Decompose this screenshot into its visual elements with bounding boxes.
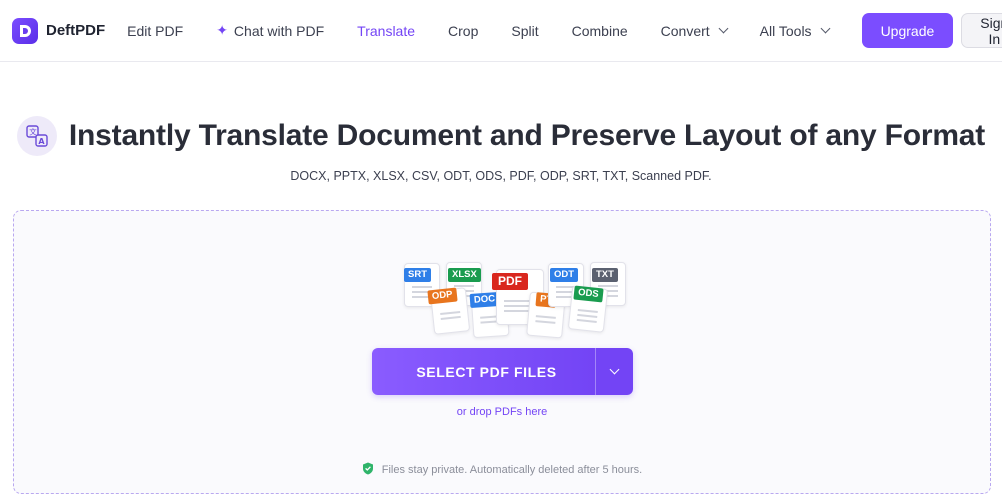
nav-combine[interactable]: Combine xyxy=(572,23,628,39)
file-dropzone[interactable]: SRT XLSX ODP DOC PDF PT ODT TXT ODS SELE… xyxy=(13,210,991,494)
srt-tag: SRT xyxy=(404,268,431,282)
select-source-dropdown-button[interactable] xyxy=(595,348,633,395)
nav-split[interactable]: Split xyxy=(511,23,538,39)
privacy-text: Files stay private. Automatically delete… xyxy=(381,464,643,476)
top-header: DeftPDF Edit PDF ✦ Chat with PDF Translat… xyxy=(0,0,1002,62)
drop-hint: or drop PDFs here xyxy=(456,406,548,418)
nav-chat-with-pdf[interactable]: ✦ Chat with PDF xyxy=(216,22,324,39)
hero: 文 A Instantly Translate Document and Pre… xyxy=(0,116,1002,183)
nav-translate[interactable]: Translate xyxy=(357,23,415,39)
select-files-control: SELECT PDF FILES xyxy=(372,348,633,395)
nav-all-tools[interactable]: All Tools xyxy=(760,23,831,39)
shield-check-icon xyxy=(362,462,374,478)
main-nav: Edit PDF ✦ Chat with PDF Translate Crop S… xyxy=(127,22,861,39)
deftpdf-logo-icon xyxy=(12,17,38,44)
odp-tag: ODP xyxy=(427,287,458,305)
txt-tag: TXT xyxy=(592,268,618,282)
page-title: Instantly Translate Document and Preserv… xyxy=(68,119,986,152)
sparkle-icon: ✦ xyxy=(216,22,228,38)
ods-tag: ODS xyxy=(573,285,604,303)
nav-convert[interactable]: Convert xyxy=(661,23,729,39)
translate-icon: 文 A xyxy=(16,116,57,156)
chevron-down-icon xyxy=(820,23,831,34)
sign-in-button[interactable]: Sign In xyxy=(961,13,1002,48)
logo-text: DeftPDF xyxy=(46,22,106,39)
file-type-illustration: SRT XLSX ODP DOC PDF PT ODT TXT ODS xyxy=(390,259,626,339)
pdf-tag: PDF xyxy=(492,273,528,290)
supported-formats: DOCX, PPTX, XLSX, CSV, ODT, ODS, PDF, OD… xyxy=(290,169,712,183)
select-pdf-files-button[interactable]: SELECT PDF FILES xyxy=(372,348,595,395)
privacy-notice: Files stay private. Automatically delete… xyxy=(14,462,990,478)
xlsx-tag: XLSX xyxy=(448,268,481,282)
title-row: 文 A Instantly Translate Document and Pre… xyxy=(0,116,1002,156)
svg-text:A: A xyxy=(38,137,45,146)
odt-tag: ODT xyxy=(550,268,579,282)
upgrade-button[interactable]: Upgrade xyxy=(861,13,954,48)
header-actions: Upgrade Sign In xyxy=(861,13,1002,48)
nav-edit-pdf[interactable]: Edit PDF xyxy=(127,23,183,39)
chevron-down-icon xyxy=(718,23,729,34)
chevron-down-icon xyxy=(609,364,620,375)
logo[interactable]: DeftPDF xyxy=(12,17,106,44)
nav-crop[interactable]: Crop xyxy=(448,23,478,39)
